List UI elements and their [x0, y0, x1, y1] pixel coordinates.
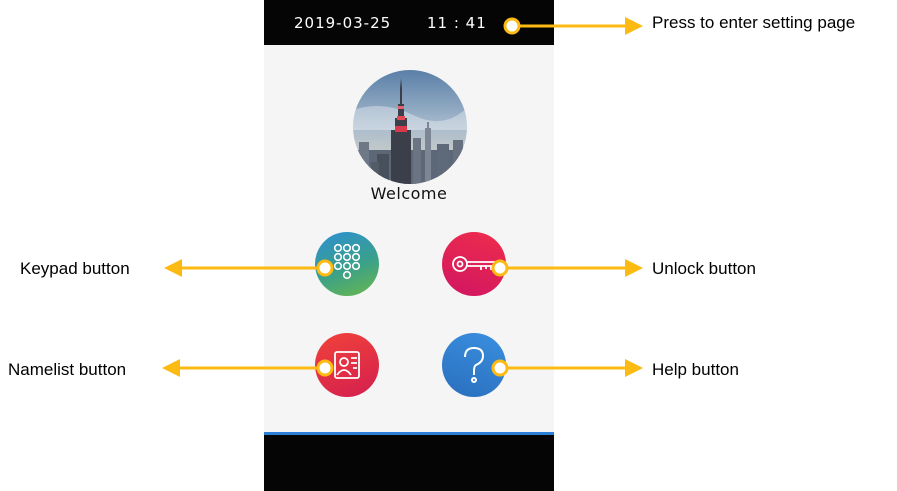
help-callout-label: Help button — [652, 360, 739, 379]
unlock-marker — [491, 259, 509, 277]
namelist-callout-label: Namelist button — [8, 360, 127, 379]
help-marker — [491, 359, 509, 377]
keypad-marker — [316, 259, 334, 277]
unlock-callout-label: Unlock button — [652, 259, 756, 278]
callout-arrows — [162, 17, 643, 377]
keypad-callout-label: Keypad button — [20, 259, 130, 278]
settings-marker — [503, 17, 521, 35]
namelist-marker — [316, 359, 334, 377]
settings-callout-label: Press to enter setting page — [652, 13, 856, 32]
